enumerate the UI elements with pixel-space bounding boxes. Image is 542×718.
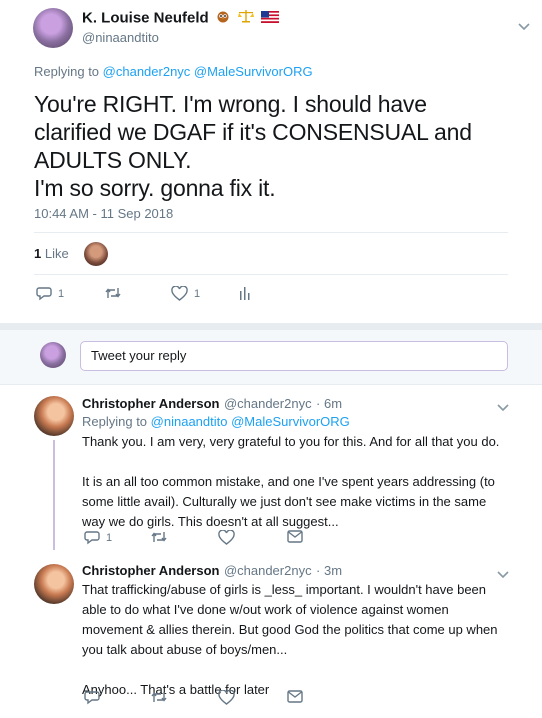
reply-count: 1	[106, 531, 113, 544]
composer-avatar	[40, 342, 66, 368]
retweet-action[interactable]	[150, 690, 168, 704]
divider	[34, 274, 508, 275]
tweet-text: You're RIGHT. I'm wrong. I should have c…	[34, 90, 534, 202]
reply-time[interactable]: · 6m	[316, 396, 342, 411]
reply-avatar[interactable]	[34, 564, 74, 604]
tweet-text-line: I'm so sorry. gonna fix it.	[34, 175, 276, 201]
reply-paragraph: Thank you. I am very, very grateful to y…	[82, 434, 500, 449]
heart-icon	[218, 530, 235, 545]
reply-input[interactable]: Tweet your reply	[80, 341, 508, 371]
envelope-icon	[287, 530, 303, 543]
reply-author-handle[interactable]: @chander2nyc	[224, 396, 312, 411]
replying-to-handles[interactable]: @chander2nyc @MaleSurvivorORG	[103, 64, 313, 79]
tweet-text-line: ADULTS ONLY.	[34, 147, 192, 173]
analytics-action[interactable]	[239, 286, 251, 300]
reply-replying-to: Replying to @ninaandtito @MaleSurvivorOR…	[82, 414, 350, 429]
reply-action[interactable]: 1	[36, 286, 64, 301]
scales-emoji-icon	[237, 9, 254, 28]
retweet-icon	[150, 690, 168, 704]
direct-message-action[interactable]	[287, 690, 303, 703]
likes-summary[interactable]: 1 Like	[34, 246, 69, 261]
reply-paragraph: It is an all too common mistake, and one…	[82, 474, 495, 529]
reply-icon	[84, 690, 100, 705]
reply-time[interactable]: · 3m	[316, 563, 342, 578]
author-avatar[interactable]	[33, 8, 73, 48]
like-action[interactable]: 1	[171, 286, 200, 301]
reply-action[interactable]	[84, 690, 106, 705]
reply-avatar[interactable]	[34, 396, 74, 436]
tweet-text-line: You're RIGHT. I'm wrong. I should have	[34, 91, 427, 117]
replying-to-handles[interactable]: @ninaandtito @MaleSurvivorORG	[151, 414, 350, 429]
reply-header: Christopher Anderson @chander2nyc · 6m	[82, 395, 342, 413]
replying-prefix: Replying to	[82, 414, 148, 429]
reply-action[interactable]: 1	[84, 530, 112, 545]
envelope-icon	[287, 690, 303, 703]
reply-icon	[36, 286, 52, 301]
reply-author-name[interactable]: Christopher Anderson	[82, 563, 219, 578]
reply-icon	[84, 530, 100, 545]
retweet-icon	[104, 286, 122, 300]
tweet-timestamp[interactable]: 10:44 AM - 11 Sep 2018	[34, 206, 173, 221]
like-action[interactable]	[218, 690, 235, 705]
retweet-icon	[150, 530, 168, 544]
replying-to-line: Replying to @chander2nyc @MaleSurvivorOR…	[34, 64, 313, 79]
reply-header: Christopher Anderson @chander2nyc · 3m	[82, 562, 342, 580]
author-handle[interactable]: @ninaandtito	[82, 30, 159, 45]
likes-label: Like	[44, 246, 69, 261]
analytics-icon	[239, 286, 251, 300]
reply-author-handle[interactable]: @chander2nyc	[224, 563, 312, 578]
liker-avatar[interactable]	[84, 242, 108, 266]
heart-icon	[218, 690, 235, 705]
retweet-action[interactable]	[104, 286, 128, 300]
tweet-menu-chevron-icon[interactable]	[518, 18, 530, 34]
owl-emoji-icon	[216, 9, 230, 28]
reply-menu-chevron-icon[interactable]	[497, 399, 509, 415]
retweet-action[interactable]	[150, 530, 168, 544]
reply-author-name[interactable]: Christopher Anderson	[82, 396, 219, 411]
reply-count: 1	[58, 287, 65, 300]
like-action[interactable]	[218, 530, 235, 545]
reply-text: That trafficking/abuse of girls is _less…	[82, 580, 512, 700]
reply-paragraph: That trafficking/abuse of girls is _less…	[82, 582, 498, 657]
tweet-text-line: clarified we DGAF if it's CONSENSUAL and	[34, 119, 472, 145]
reply-text: Thank you. I am very, very grateful to y…	[82, 432, 512, 532]
divider	[34, 232, 508, 233]
direct-message-action[interactable]	[287, 530, 303, 543]
heart-icon	[171, 286, 188, 301]
us-flag-emoji-icon	[261, 10, 280, 28]
like-count: 1	[194, 287, 201, 300]
replying-prefix: Replying to	[34, 64, 100, 79]
thread-connector-line	[53, 440, 55, 550]
author-name-row: K. Louise Neufeld	[82, 9, 280, 28]
likes-count: 1	[34, 246, 42, 261]
author-name[interactable]: K. Louise Neufeld	[82, 10, 209, 27]
